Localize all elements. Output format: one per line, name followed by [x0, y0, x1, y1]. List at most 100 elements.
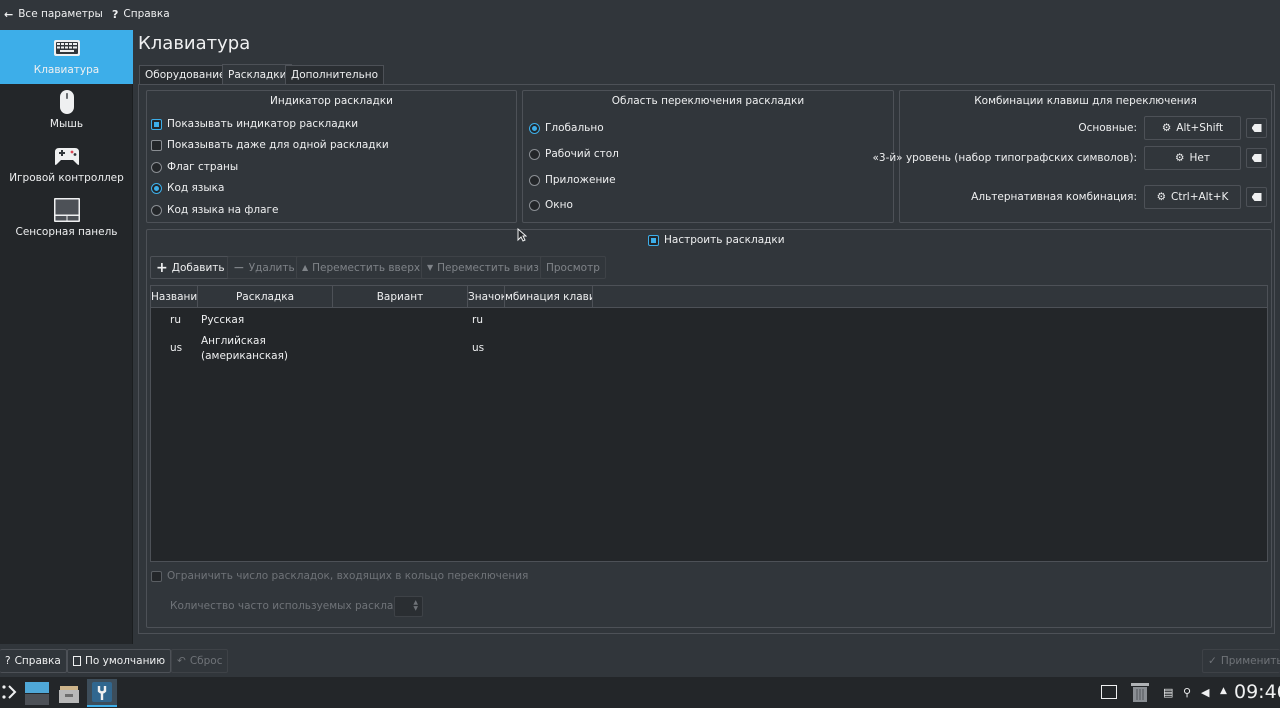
checkbox[interactable] [151, 570, 162, 582]
configure-layouts-checkbox[interactable]: Настроить раскладки [648, 234, 785, 246]
reset-button[interactable]: ↶ Сброс [171, 649, 229, 673]
remove-layout-button[interactable]: − Удалить [227, 256, 301, 279]
preview-button[interactable]: Просмотр [540, 256, 606, 279]
switching-scope-title: Область переключения раскладки [611, 95, 805, 107]
gear-icon: ⚙ [1161, 122, 1172, 134]
clipboard-icon[interactable]: ▤ [1163, 686, 1173, 699]
location-icon[interactable]: ⚲ [1183, 686, 1191, 699]
column-header-variant[interactable]: Вариант [333, 286, 468, 308]
show-indicator-option[interactable]: Показывать индикатор раскладки [151, 118, 358, 130]
touchpad-icon [53, 198, 81, 222]
scope-window-option[interactable]: Окно [529, 199, 573, 211]
checkbox[interactable] [151, 139, 162, 151]
sidebar-item-mouse[interactable]: Мышь [0, 84, 133, 138]
indicator-group: Индикатор раскладки Показывать индикатор… [146, 90, 517, 223]
table-row[interactable]: us Английская (американская) us [151, 334, 1267, 366]
show-desktop-icon[interactable] [1101, 685, 1117, 699]
tab-hardware[interactable]: Оборудование [139, 65, 232, 84]
question-icon: ? [112, 7, 119, 21]
backspace-icon [1251, 154, 1262, 162]
help-menu-button[interactable]: ? Справка [112, 6, 170, 22]
add-layout-button[interactable]: + Добавить [150, 256, 231, 279]
language-code-option[interactable]: Код языка [151, 182, 224, 194]
table-row[interactable]: ru Русская ru [151, 308, 1267, 334]
switching-scope-group: Область переключения раскладки Глобально… [522, 90, 894, 223]
cell-name: ru [170, 314, 181, 326]
clear-alternative-shortcut-button[interactable] [1246, 187, 1267, 207]
apply-button[interactable]: ✓ Применить [1202, 649, 1280, 673]
backspace-icon [1251, 124, 1262, 132]
spin-arrows-icon: ▲ ▼ [413, 599, 418, 612]
radio-button[interactable] [151, 204, 162, 216]
document-icon [73, 656, 81, 666]
radio-button[interactable] [529, 174, 540, 186]
radio-button[interactable] [151, 182, 162, 194]
arrow-down-icon: ▼ [427, 263, 434, 272]
gear-icon: ⚙ [1175, 152, 1185, 164]
radio-button[interactable] [151, 161, 162, 173]
show-single-layout-option[interactable]: Показывать даже для одной раскладки [151, 139, 389, 151]
minus-icon: − [233, 259, 245, 276]
app-launcher-icon[interactable] [0, 682, 18, 708]
country-flag-option[interactable]: Флаг страны [151, 161, 238, 173]
gamepad-icon [53, 144, 81, 168]
radio-button[interactable] [529, 199, 540, 211]
radio-button[interactable] [529, 122, 540, 134]
third-level-shortcut-button[interactable]: ⚙ Нет [1144, 146, 1241, 170]
tray-expand-icon[interactable]: ▲ [1220, 686, 1227, 696]
column-header-shortcut[interactable]: мбинация клави [505, 286, 593, 308]
back-arrow-icon: ← [4, 7, 14, 21]
tab-layouts[interactable]: Раскладки [222, 64, 293, 85]
tab-advanced[interactable]: Дополнительно [285, 65, 385, 84]
top-toolbar: ← Все параметры ? Справка [0, 0, 1280, 28]
keyboard-icon [53, 36, 81, 60]
sidebar: Клавиатура Мышь Игровой контроллер Сенсо… [0, 30, 133, 644]
switching-shortcuts-title: Комбинации клавиш для переключения [974, 95, 1197, 107]
mouse-icon [53, 90, 81, 114]
trash-icon[interactable] [1130, 681, 1150, 706]
clock[interactable]: 09:46 [1234, 681, 1280, 703]
defaults-button[interactable]: По умолчанию [67, 649, 172, 673]
file-manager-icon[interactable] [56, 680, 82, 706]
system-settings-task-icon[interactable] [87, 679, 117, 707]
column-header-layout[interactable]: Раскладка [198, 286, 333, 308]
move-down-button[interactable]: ▼ Переместить вниз [421, 256, 545, 279]
scope-global-option[interactable]: Глобально [529, 122, 604, 134]
cell-label: us [472, 342, 485, 354]
help-button[interactable]: ? Справка [0, 649, 67, 673]
clear-main-shortcut-button[interactable] [1246, 118, 1267, 138]
switching-shortcuts-group: Комбинации клавиш для переключения Основ… [872, 90, 1272, 223]
sidebar-item-keyboard[interactable]: Клавиатура [0, 30, 133, 84]
sidebar-item-gamepad[interactable]: Игровой контроллер [0, 138, 133, 192]
checkbox[interactable] [648, 234, 659, 246]
loop-count-label: Количество часто используемых раскладок: [170, 600, 417, 612]
question-icon: ? [5, 655, 11, 667]
scope-application-option[interactable]: Приложение [529, 174, 616, 186]
undo-icon: ↶ [177, 655, 186, 667]
clear-third-level-shortcut-button[interactable] [1246, 148, 1267, 168]
column-header-name[interactable]: Названи [151, 286, 198, 308]
move-up-button[interactable]: ▲ Переместить вверх [296, 256, 427, 279]
taskbar: ▤ ⚲ ◀ ▲ 09:46 [0, 677, 1280, 708]
scope-desktop-option[interactable]: Рабочий стол [529, 148, 619, 160]
language-code-on-flag-option[interactable]: Код языка на флаге [151, 204, 279, 216]
arrow-up-icon: ▲ [302, 263, 309, 272]
desktop-pager-icon[interactable] [24, 680, 50, 706]
checkbox[interactable] [151, 118, 162, 130]
column-header-label[interactable]: Значок [468, 286, 505, 308]
sidebar-item-touchpad[interactable]: Сенсорная панель [0, 192, 133, 246]
all-settings-button[interactable]: ← Все параметры [4, 6, 103, 22]
checkmark-icon: ✓ [1208, 655, 1217, 667]
loop-count-spinbox[interactable]: ▲ ▼ [394, 596, 423, 617]
mouse-cursor-icon [517, 227, 528, 245]
backspace-icon [1251, 193, 1262, 201]
limit-loop-option[interactable]: Ограничить число раскладок, входящих в к… [151, 570, 528, 582]
cell-layout-line1: Английская [201, 335, 266, 347]
third-level-shortcut-label: «3-й» уровень (набор типографских символ… [872, 152, 1137, 164]
alternative-shortcut-button[interactable]: ⚙ Ctrl+Alt+K [1144, 185, 1241, 209]
layouts-table[interactable]: Названи Раскладка Вариант Значок мбинаци… [150, 285, 1268, 562]
main-shortcut-button[interactable]: ⚙ Alt+Shift [1144, 116, 1241, 140]
volume-icon[interactable]: ◀ [1201, 686, 1209, 699]
main-shortcut-label: Основные: [1078, 122, 1137, 134]
radio-button[interactable] [529, 148, 540, 160]
